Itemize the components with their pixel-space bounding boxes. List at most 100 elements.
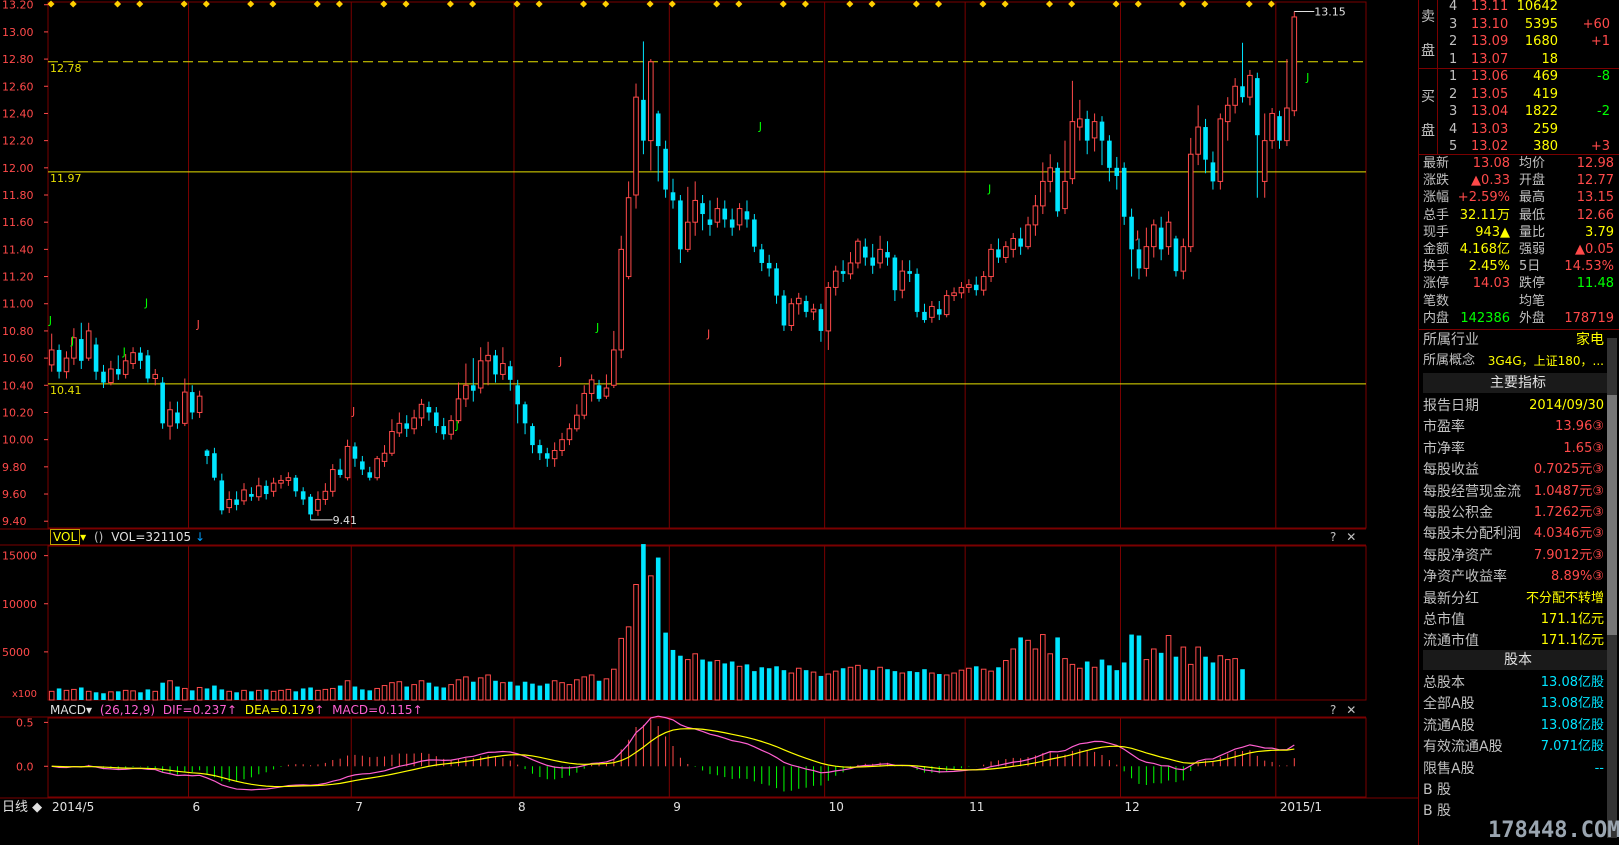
concept-row: 所属概念 3G4G，上证180，... bbox=[1419, 352, 1619, 370]
candle-body bbox=[973, 284, 979, 291]
candle-body bbox=[212, 453, 217, 478]
buy-level-row[interactable]: 2 13.05 419 bbox=[1419, 86, 1619, 104]
x-month-label: 2015/1 bbox=[1280, 800, 1322, 814]
candle-body bbox=[308, 496, 313, 515]
y-tick-label: 10.20 bbox=[2, 406, 34, 419]
volume-bar bbox=[855, 664, 861, 701]
macd-params: (26,12,9) bbox=[99, 703, 156, 717]
y-tick-label: 10.40 bbox=[2, 379, 34, 392]
indicator-value: 2014/09/30 bbox=[1529, 398, 1604, 413]
y-tick-label: 11.40 bbox=[2, 243, 34, 256]
candle-body bbox=[1232, 85, 1238, 106]
volume-bar bbox=[885, 669, 890, 700]
industry-value[interactable]: 家电 bbox=[1576, 331, 1604, 349]
period-selector[interactable]: 日线 ◆ bbox=[2, 800, 42, 816]
volume-bar bbox=[1195, 646, 1201, 701]
sell-level-row[interactable]: 1 13.07 18 bbox=[1419, 51, 1619, 69]
capital-value: 13.08亿股 bbox=[1540, 696, 1604, 712]
volume-bar bbox=[1217, 655, 1224, 701]
volume-bar bbox=[300, 688, 306, 700]
signal-label: J bbox=[196, 318, 200, 331]
volume-bar bbox=[1107, 665, 1112, 700]
stat-value: 14.03 bbox=[1472, 276, 1510, 292]
candle-body bbox=[581, 392, 588, 416]
level-volume: 469 bbox=[1533, 69, 1558, 84]
candle-body bbox=[574, 414, 580, 430]
volume-bar bbox=[175, 686, 180, 700]
chevron-down-icon[interactable]: ▾ bbox=[80, 530, 86, 544]
volume-bar bbox=[685, 659, 691, 701]
volume-bar bbox=[803, 670, 809, 700]
volume-bar bbox=[722, 663, 728, 700]
indicator-label: 每股收益 bbox=[1423, 462, 1479, 479]
volume-bar bbox=[1025, 639, 1031, 701]
level-number: 1 bbox=[1449, 51, 1458, 67]
chart-canvas[interactable]: 13.20 13.00 12.80 12.60 12.40 12.20 12.00 11.80… bbox=[0, 0, 1418, 845]
buy-level-row[interactable]: 4 13.03 259 bbox=[1419, 121, 1619, 139]
reference-line-label: 10.41 bbox=[50, 384, 82, 397]
volume-bar bbox=[1143, 659, 1150, 701]
capital-header[interactable]: 股本 bbox=[1423, 650, 1613, 670]
candle-body bbox=[360, 461, 365, 470]
candle-body bbox=[1084, 118, 1090, 141]
indicator-value: 8.89%③ bbox=[1551, 569, 1604, 585]
stat-row: 现手 943▲ 量比 3.79 bbox=[1419, 224, 1619, 242]
vol-indicator-select[interactable]: VOL bbox=[50, 529, 81, 545]
concept-value[interactable]: 3G4G，上证180，... bbox=[1488, 352, 1604, 370]
volume-bar bbox=[219, 689, 225, 700]
volume-bar bbox=[929, 672, 935, 701]
volume-bar bbox=[530, 683, 535, 700]
candle-body bbox=[1055, 167, 1060, 212]
volume-bar bbox=[1121, 662, 1127, 700]
stat-row: 涨跌 ▲0.33 开盘 12.77 bbox=[1419, 172, 1619, 190]
candle-body bbox=[189, 392, 195, 413]
signal-label: J bbox=[558, 355, 562, 368]
candle-body bbox=[85, 330, 92, 359]
buy-level-row[interactable]: 1 13.06 469 -8 bbox=[1419, 68, 1619, 86]
candle-body bbox=[256, 485, 262, 498]
volume-bar bbox=[138, 692, 143, 700]
sell-level-row[interactable]: 4 13.11 10642 bbox=[1419, 0, 1619, 16]
candle-body bbox=[752, 219, 757, 247]
indicators-header[interactable]: 主要指标 bbox=[1423, 373, 1613, 393]
panel-close-icon[interactable]: ✕ bbox=[1346, 530, 1356, 544]
stat-label: 现手 bbox=[1423, 224, 1450, 240]
candle-body bbox=[795, 297, 802, 305]
macd-indicator-select[interactable]: MACD bbox=[50, 703, 86, 717]
candle-body bbox=[863, 246, 868, 258]
level-number: 4 bbox=[1449, 121, 1458, 137]
candle-body bbox=[1277, 116, 1282, 141]
candle-body bbox=[122, 360, 129, 375]
volume-bar bbox=[115, 691, 121, 700]
volume-bar bbox=[1173, 656, 1179, 700]
chevron-down-icon[interactable]: ▾ bbox=[86, 703, 92, 717]
level-volume: 1822 bbox=[1524, 104, 1558, 119]
help-icon[interactable]: ? bbox=[1330, 530, 1336, 544]
volume-bar bbox=[389, 682, 395, 701]
period-label[interactable]: 日线 bbox=[2, 800, 28, 815]
panel-close-icon[interactable]: ✕ bbox=[1346, 703, 1356, 717]
stat-row: 换手 2.45% 5日 14.53% bbox=[1419, 258, 1619, 276]
buy-level-row[interactable]: 3 13.04 1822 -2 bbox=[1419, 103, 1619, 121]
sell-level-row[interactable]: 3 13.10 5395 +60 bbox=[1419, 16, 1619, 34]
kline-chart-area[interactable]: 13.20 13.00 12.80 12.60 12.40 12.20 12.00 11.80… bbox=[0, 0, 1418, 845]
panel-scroll-thumb[interactable] bbox=[1607, 395, 1617, 635]
volume-bar bbox=[752, 671, 757, 700]
volume-bar bbox=[234, 692, 239, 700]
level-price: 13.06 bbox=[1471, 69, 1509, 84]
volume-bar bbox=[1203, 656, 1208, 700]
candle-body bbox=[618, 248, 625, 351]
candle-body bbox=[670, 192, 676, 201]
candle-body bbox=[1180, 246, 1187, 272]
candle-body bbox=[1018, 238, 1023, 247]
level-change: -2 bbox=[1597, 104, 1610, 119]
candle-body bbox=[56, 349, 62, 372]
sell-level-row[interactable]: 2 13.09 1680 +1 bbox=[1419, 33, 1619, 51]
candle-body bbox=[322, 490, 329, 500]
y-tick-label: 11.80 bbox=[2, 189, 34, 202]
candle-body bbox=[655, 113, 661, 147]
help-icon[interactable]: ? bbox=[1330, 703, 1336, 717]
candle-body bbox=[367, 472, 373, 478]
capital-value: -- bbox=[1594, 760, 1604, 776]
candle-body bbox=[1114, 167, 1120, 176]
